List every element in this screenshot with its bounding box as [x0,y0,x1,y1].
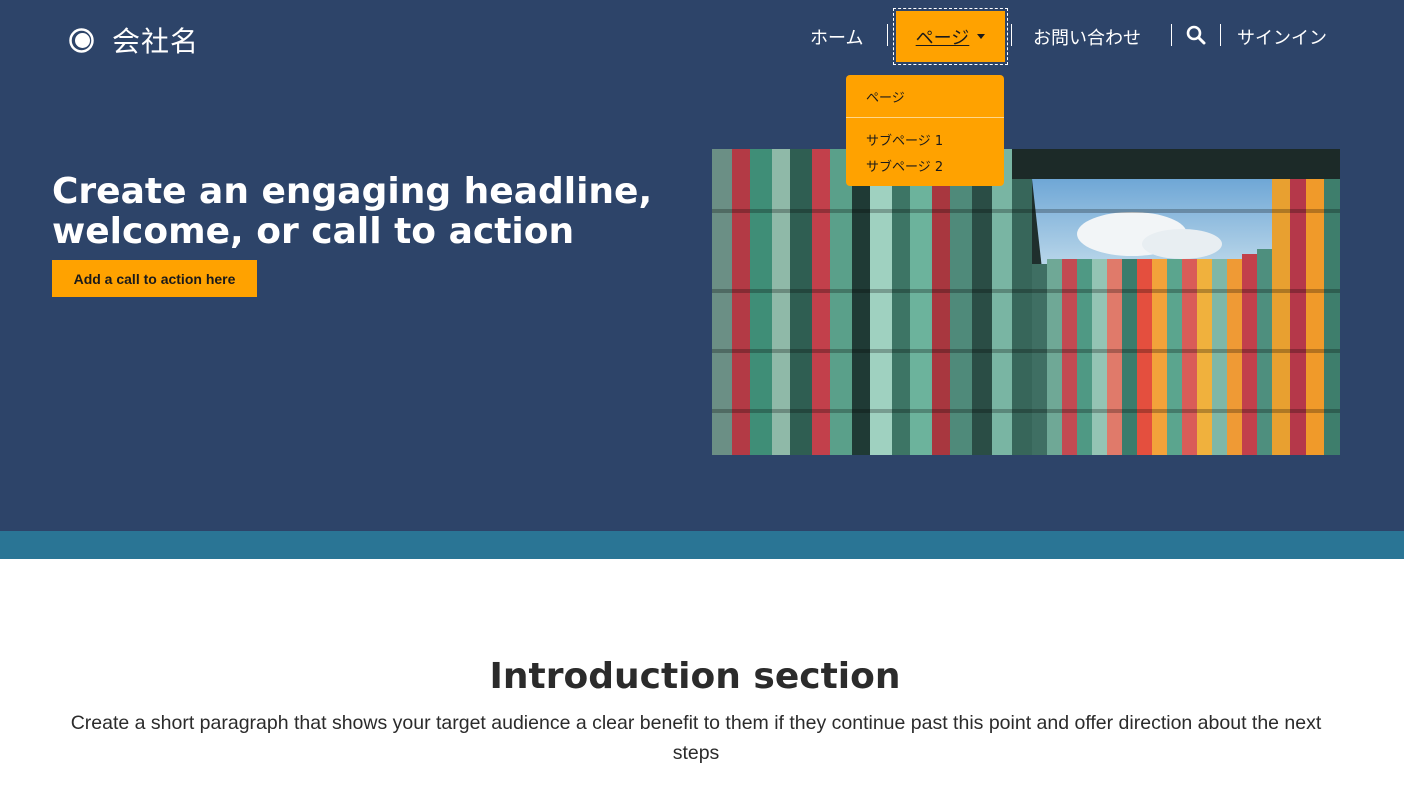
accent-band [0,531,1404,559]
nav-contact[interactable]: お問い合わせ [1033,24,1141,50]
nav-separator [887,24,888,46]
search-icon[interactable] [1186,25,1206,45]
nav-signin[interactable]: サインイン [1237,24,1327,50]
intro-title: Introduction section [489,656,901,697]
main-nav: ホーム ページ お問い合わせ サインイン [0,0,1404,70]
nav-home[interactable]: ホーム [810,24,863,50]
dropdown-divider [846,117,1004,118]
nav-pages-label: ページ [915,27,970,49]
nav-separator [1011,24,1012,46]
nav-pages-dropdown[interactable]: ページ [893,8,1008,65]
intro-text: Create a short paragraph that shows your… [70,712,1322,764]
hero-headline: Create an engaging headline, welcome, or… [52,171,653,252]
nav-pages-button[interactable]: ページ [896,11,1005,62]
dropdown-item-pages[interactable]: ページ [866,87,905,106]
nav-separator [1220,24,1221,46]
dropdown-item-subpage-1[interactable]: サブページ 1 [866,130,943,149]
pages-dropdown-menu: ページ サブページ 1 サブページ 2 [846,75,1004,186]
nav-separator [1171,24,1172,46]
caret-down-icon [977,34,986,39]
hero-image [712,149,1340,455]
dropdown-item-subpage-2[interactable]: サブページ 2 [866,156,943,175]
call-to-action-button[interactable]: Add a call to action here [52,260,257,297]
